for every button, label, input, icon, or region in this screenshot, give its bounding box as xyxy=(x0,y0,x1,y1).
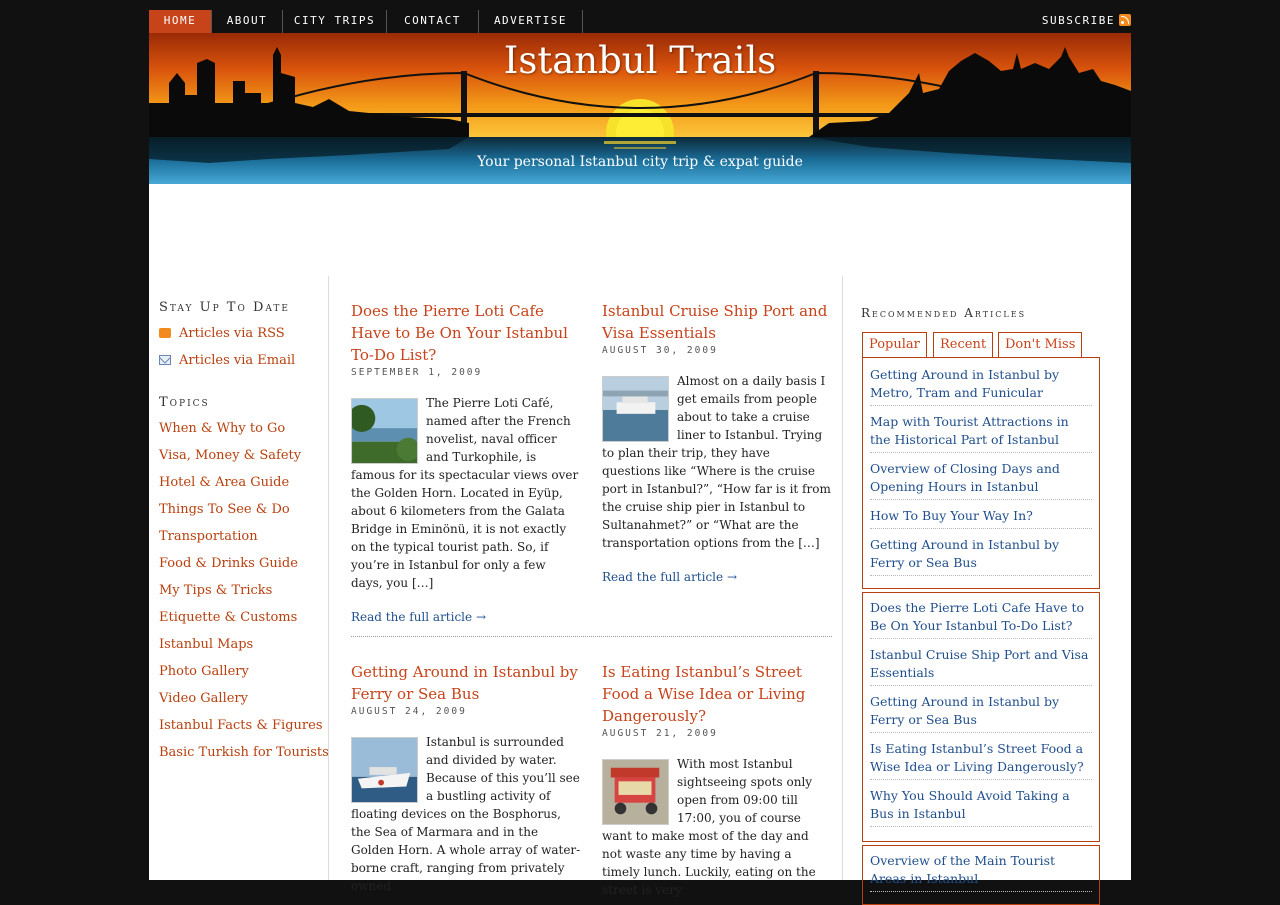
recommended-articles-heading: Recommended Articles xyxy=(861,306,1027,320)
recommended-article-link[interactable]: Istanbul Cruise Ship Port and Visa Essen… xyxy=(870,646,1092,686)
topics-heading: Topics xyxy=(159,395,210,410)
topic-photo-gallery[interactable]: Photo Gallery xyxy=(159,664,249,679)
stay-up-to-date-heading: Stay Up To Date xyxy=(159,300,290,315)
topic-transportation[interactable]: Transportation xyxy=(159,529,258,544)
post-title[interactable]: Does the Pierre Loti Cafe Have to Be On … xyxy=(351,300,581,366)
post-divider xyxy=(351,636,832,637)
tab-popular[interactable]: Popular xyxy=(862,332,927,358)
post-date: AUGUST 30, 2009 xyxy=(602,345,718,356)
post-street-food: Is Eating Istanbul’s Street Food a Wise … xyxy=(602,661,832,899)
post-excerpt: Almost on a daily basis I get emails fro… xyxy=(602,372,832,552)
topic-hotel-area-guide[interactable]: Hotel & Area Guide xyxy=(159,475,289,490)
post-excerpt: With most Istanbul sightseeing spots onl… xyxy=(602,755,832,899)
post-title[interactable]: Is Eating Istanbul’s Street Food a Wise … xyxy=(602,661,832,727)
articles-via-email-label: Articles via Email xyxy=(179,353,296,368)
recommended-article-link[interactable]: Why You Should Avoid Taking a Bus in Ist… xyxy=(870,787,1092,827)
site-tagline: Your personal Istanbul city trip & expat… xyxy=(477,154,803,170)
recent-articles-box: Does the Pierre Loti Cafe Have to Be On … xyxy=(862,592,1100,842)
topic-my-tips-tricks[interactable]: My Tips & Tricks xyxy=(159,583,272,598)
post-excerpt: Istanbul is surrounded and divided by wa… xyxy=(351,733,581,895)
articles-via-rss-link[interactable]: Articles via RSS xyxy=(159,326,285,341)
dont-miss-articles-box: Overview of the Main Tourist Areas in Is… xyxy=(862,845,1100,905)
site-title: Istanbul Trails xyxy=(503,39,777,82)
tab-recent[interactable]: Recent xyxy=(933,332,994,358)
nav-about[interactable]: ABOUT xyxy=(212,10,283,33)
post-excerpt: The Pierre Loti Café, named after the Fr… xyxy=(351,394,581,592)
nav-city-trips[interactable]: CITY TRIPS xyxy=(283,10,387,33)
post-thumbnail[interactable] xyxy=(351,737,418,803)
page-wrapper: HOME ABOUT CITY TRIPS CONTACT ADVERTISE … xyxy=(149,0,1131,905)
nav-home[interactable]: HOME xyxy=(149,10,212,33)
topic-basic-turkish[interactable]: Basic Turkish for Tourists xyxy=(159,745,329,760)
recommended-article-link[interactable]: Map with Tourist Attractions in the Hist… xyxy=(870,413,1092,453)
post-cruise-ship-port: Istanbul Cruise Ship Port and Visa Essen… xyxy=(602,300,832,584)
right-sidebar: Recommended Articles Popular Recent Don'… xyxy=(843,276,1131,905)
post-thumbnail[interactable] xyxy=(602,376,669,442)
topic-video-gallery[interactable]: Video Gallery xyxy=(159,691,248,706)
popular-articles-box: Getting Around in Istanbul by Metro, Tra… xyxy=(862,357,1100,589)
main-posts: Does the Pierre Loti Cafe Have to Be On … xyxy=(330,276,843,897)
recommended-article-link[interactable]: Is Eating Istanbul’s Street Food a Wise … xyxy=(870,740,1092,780)
articles-via-email-link[interactable]: Articles via Email xyxy=(159,353,295,368)
topic-visa-money-safety[interactable]: Visa, Money & Safety xyxy=(159,448,301,463)
header-banner[interactable]: Istanbul Trails Your personal Istanbul c… xyxy=(149,33,1131,184)
topic-istanbul-facts-figures[interactable]: Istanbul Facts & Figures xyxy=(159,718,323,733)
nav-contact[interactable]: CONTACT xyxy=(387,10,479,33)
topic-istanbul-maps[interactable]: Istanbul Maps xyxy=(159,637,253,652)
read-full-article-link[interactable]: Read the full article → xyxy=(351,610,581,624)
post-title[interactable]: Getting Around in Istanbul by Ferry or S… xyxy=(351,661,581,705)
rss-feed-icon xyxy=(159,328,171,338)
post-date: SEPTEMBER 1, 2009 xyxy=(351,367,483,378)
subscribe-link[interactable]: SUBSCRIBE xyxy=(1042,10,1131,33)
topic-food-drinks-guide[interactable]: Food & Drinks Guide xyxy=(159,556,298,571)
post-date: AUGUST 21, 2009 xyxy=(602,728,718,739)
rss-icon xyxy=(1119,14,1131,26)
subscribe-label: SUBSCRIBE xyxy=(1041,14,1115,27)
topic-when-why-to-go[interactable]: When & Why to Go xyxy=(159,421,285,436)
left-sidebar: Stay Up To Date Articles via RSS Article… xyxy=(149,276,329,880)
recommended-article-link[interactable]: Overview of the Main Tourist Areas in Is… xyxy=(870,852,1092,892)
recommended-article-link[interactable]: How To Buy Your Way In? xyxy=(870,507,1092,529)
post-title[interactable]: Istanbul Cruise Ship Port and Visa Essen… xyxy=(602,300,832,344)
recommended-article-link[interactable]: Getting Around in Istanbul by Ferry or S… xyxy=(870,693,1092,733)
tab-dont-miss[interactable]: Don't Miss xyxy=(998,332,1083,358)
post-ferry-sea-bus: Getting Around in Istanbul by Ferry or S… xyxy=(351,661,581,895)
articles-via-rss-label: Articles via RSS xyxy=(179,326,285,341)
recommended-article-link[interactable]: Does the Pierre Loti Cafe Have to Be On … xyxy=(870,599,1092,639)
read-full-article-link[interactable]: Read the full article → xyxy=(602,570,832,584)
post-thumbnail[interactable] xyxy=(351,398,418,464)
topic-things-to-see-do[interactable]: Things To See & Do xyxy=(159,502,290,517)
content-area: Stay Up To Date Articles via RSS Article… xyxy=(149,184,1131,905)
post-thumbnail[interactable] xyxy=(602,759,669,825)
nav-advertise[interactable]: ADVERTISE xyxy=(479,10,583,33)
recommended-article-link[interactable]: Getting Around in Istanbul by Ferry or S… xyxy=(870,536,1092,576)
recommended-article-link[interactable]: Getting Around in Istanbul by Metro, Tra… xyxy=(870,366,1092,406)
top-navigation: HOME ABOUT CITY TRIPS CONTACT ADVERTISE … xyxy=(149,10,1131,33)
post-date: AUGUST 24, 2009 xyxy=(351,706,467,717)
envelope-icon xyxy=(159,355,171,365)
topic-etiquette-customs[interactable]: Etiquette & Customs xyxy=(159,610,297,625)
post-pierre-loti: Does the Pierre Loti Cafe Have to Be On … xyxy=(351,300,581,624)
recommended-article-link[interactable]: Overview of Closing Days and Opening Hou… xyxy=(870,460,1092,500)
